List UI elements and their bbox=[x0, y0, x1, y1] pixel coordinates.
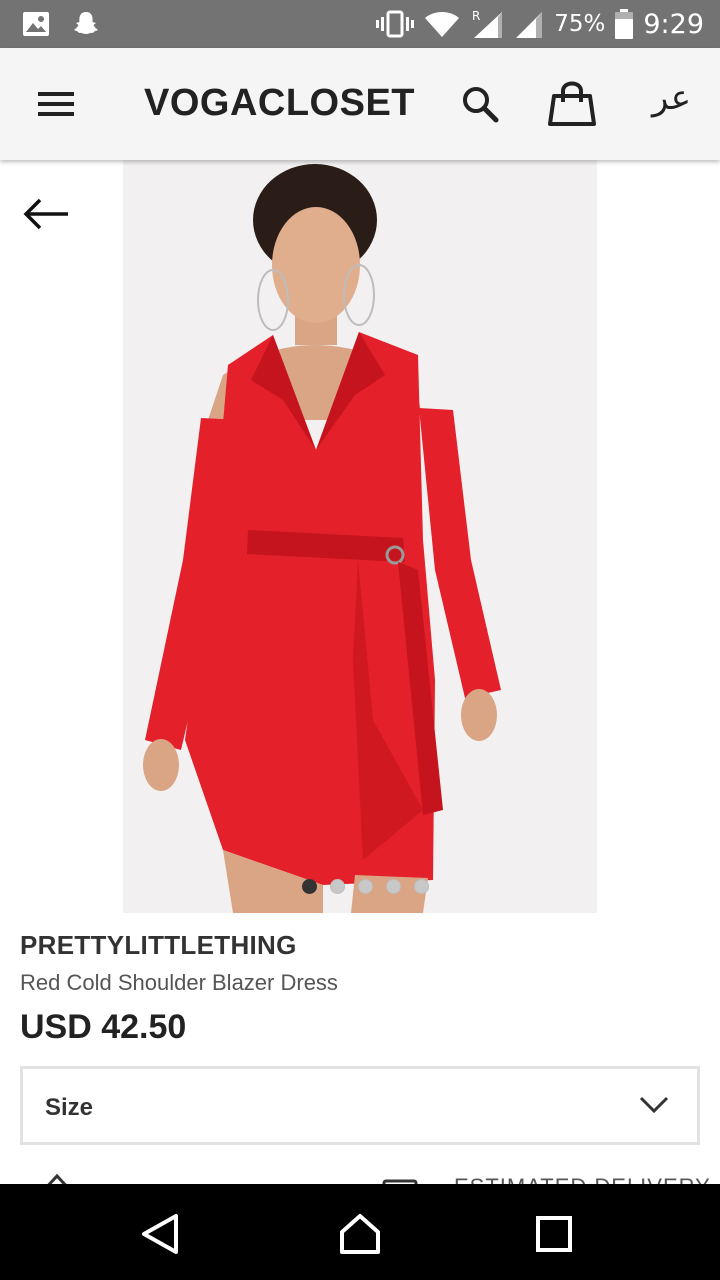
status-bar: R 75% 9:29 bbox=[0, 0, 720, 48]
chevron-down-icon bbox=[639, 1096, 669, 1114]
signal-icon bbox=[514, 9, 544, 39]
battery-icon bbox=[615, 9, 634, 39]
menu-button[interactable] bbox=[36, 88, 76, 120]
return-policy-icon bbox=[47, 1173, 67, 1184]
image-pagination bbox=[123, 879, 597, 894]
shopping-bag-icon bbox=[548, 81, 596, 126]
vibrate-icon bbox=[376, 10, 415, 38]
product-image[interactable] bbox=[123, 160, 597, 913]
system-nav-bar bbox=[0, 1184, 720, 1280]
search-button[interactable] bbox=[460, 84, 500, 124]
wifi-icon bbox=[424, 10, 460, 38]
product-title: Red Cold Shoulder Blazer Dress bbox=[20, 970, 338, 995]
pagination-dot[interactable] bbox=[329, 879, 345, 894]
language-toggle[interactable]: عر bbox=[652, 78, 691, 118]
home-icon bbox=[340, 1214, 380, 1254]
menu-icon bbox=[38, 92, 74, 116]
back-button[interactable] bbox=[22, 196, 72, 232]
pagination-dot[interactable] bbox=[357, 879, 373, 894]
product-price: USD 42.50 bbox=[20, 1008, 187, 1046]
battery-percent: 75% bbox=[554, 11, 606, 37]
cart-button[interactable] bbox=[546, 78, 598, 130]
size-label: Size bbox=[45, 1094, 94, 1121]
roaming-indicator: R bbox=[472, 9, 480, 23]
snapchat-icon bbox=[72, 10, 100, 38]
pagination-dot[interactable] bbox=[413, 879, 429, 894]
brand-logo[interactable]: VOGACLOSET bbox=[144, 82, 415, 125]
pagination-dot[interactable] bbox=[301, 879, 317, 894]
estimated-delivery-label: ESTIMATED DELIVERY bbox=[454, 1174, 711, 1184]
size-dropdown[interactable]: Size bbox=[20, 1066, 700, 1145]
nav-home-button[interactable] bbox=[338, 1212, 382, 1256]
info-row: ESTIMATED DELIVERY bbox=[0, 1160, 720, 1184]
product-photo bbox=[123, 160, 597, 913]
pagination-dot[interactable] bbox=[385, 879, 401, 894]
gallery-icon bbox=[22, 11, 50, 37]
arrow-left-icon bbox=[23, 198, 68, 230]
recents-square-icon bbox=[536, 1216, 572, 1252]
back-triangle-icon bbox=[142, 1214, 178, 1254]
signal-icon: R bbox=[470, 9, 504, 39]
nav-recents-button[interactable] bbox=[532, 1212, 576, 1256]
clock: 9:29 bbox=[643, 8, 704, 40]
search-icon bbox=[463, 87, 499, 123]
nav-back-button[interactable] bbox=[138, 1212, 182, 1256]
product-brand[interactable]: PRETTYLITTLETHING bbox=[20, 930, 297, 961]
app-bar: VOGACLOSET عر bbox=[0, 48, 720, 160]
